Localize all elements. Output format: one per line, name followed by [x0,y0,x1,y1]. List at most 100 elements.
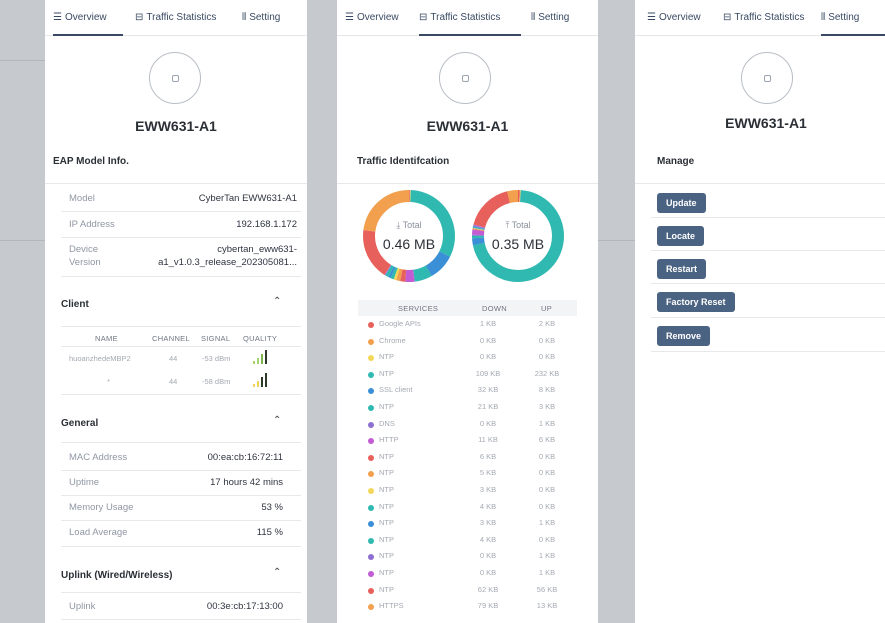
service-color-dot [368,504,374,511]
service-up: 0 KB [538,352,556,362]
uptime-label: Uptime [69,477,100,488]
service-color-dot [368,405,374,411]
client-signal: -58 dBm [202,377,231,386]
signal-quality-icon [253,373,269,387]
service-down: 3 KB [479,518,497,528]
tab-traffic-statistics[interactable]: ⊟ Traffic Statistics [135,0,216,36]
background-strip [307,0,337,623]
service-name: HTTP [379,435,399,445]
service-name: NTP [379,402,394,411]
service-color-dot [368,454,374,461]
sliders-icon: ⫴ [531,12,536,23]
update-button[interactable]: Update [657,193,706,213]
device-avatar [741,52,793,104]
tab-traffic-label: Traffic Statistics [430,12,501,23]
divider [61,211,301,212]
services-header-name: SERVICES [398,304,439,313]
tab-traffic-statistics[interactable]: ⊟ Traffic Statistics [419,0,521,36]
memory-value: 53 % [261,502,283,513]
chevron-up-icon[interactable]: ⌃ [273,567,281,578]
service-up: 56 KB [536,584,558,594]
service-color-dot [368,322,374,328]
general-section-title: General [61,418,99,429]
locate-button[interactable]: Locate [657,226,705,246]
restart-button[interactable]: Restart [657,259,707,279]
tab-setting[interactable]: ⫴ Setting [821,0,885,36]
tab-setting[interactable]: ⫴ Setting [531,0,569,36]
service-up: 3 KB [538,402,556,411]
device-name: EWW631-A1 [135,118,217,134]
divider [61,520,301,521]
service-down: 4 KB [479,534,497,544]
service-color-dot [368,388,374,395]
load-value: 115 % [256,527,283,538]
service-row: NTP 109 KB 232 KB [358,368,577,382]
signal-quality-icon [253,350,269,364]
tab-setting-label: Setting [249,12,281,23]
service-up: 1 KB [538,551,556,561]
chevron-up-icon[interactable]: ⌃ [273,296,281,307]
factory-reset-button[interactable]: Factory Reset [657,292,735,312]
tab-bar: ☰ Overview ⊟ Traffic Statistics ⫴ Setting [45,0,307,36]
tab-traffic-statistics[interactable]: ⊟ Traffic Statistics [723,0,804,36]
device-icon [764,75,771,82]
list-icon: ☰ [345,12,354,23]
service-down: 6 KB [479,451,497,461]
divider [61,394,301,395]
tab-overview[interactable]: ☰ Overview [647,0,701,36]
service-color-dot [368,438,374,445]
device-avatar [439,52,491,104]
service-down: 62 KB [477,584,499,594]
client-header-name: NAME [95,334,118,343]
client-header-quality: QUALITY [243,334,278,343]
service-name: NTP [379,451,394,461]
tab-overview[interactable]: ☰ Overview [53,0,123,36]
chevron-up-icon[interactable]: ⌃ [273,415,281,426]
mac-label: MAC Address [69,452,128,463]
service-up: 232 KB [534,368,560,378]
service-down: 109 KB [475,368,501,378]
service-up: 6 KB [538,435,556,445]
service-name: NTP [379,352,394,362]
model-label: Model [69,193,95,204]
client-header-channel: CHANNEL [152,334,190,343]
client-channel: 44 [169,377,178,386]
service-color-dot [368,338,374,345]
service-down: 0 KB [479,418,497,428]
service-row: Google APIs 1 KB 2 KB [358,318,577,332]
database-icon: ⊟ [419,12,428,23]
service-up: 1 KB [538,418,556,428]
client-name: huoanzhedeMBP2 [69,354,131,363]
client-channel: 44 [169,354,178,363]
service-name: Google APIs [379,319,421,328]
remove-button[interactable]: Remove [657,326,711,346]
upload-total-value: 0.35 MB [491,236,545,252]
service-down: 11 KB [478,435,498,445]
tab-setting[interactable]: ⫴ Setting [242,0,280,36]
device-icon [172,75,179,82]
download-total-value: 0.46 MB [382,236,436,252]
service-row: NTP 21 KB 3 KB [358,401,577,415]
service-color-dot [368,521,374,528]
service-row: DNS 0 KB 1 KB [358,418,577,432]
device-version-label: Version [69,257,101,268]
service-down: 21 KB [477,402,499,411]
service-down: 5 KB [479,468,497,478]
tab-overview[interactable]: ☰ Overview [345,0,399,36]
service-row: NTP 4 KB 0 KB [358,501,577,515]
service-down: 79 KB [477,601,499,611]
service-up: 0 KB [538,468,556,478]
upload-total-label: ⤒ Total [470,220,566,231]
sliders-icon: ⫴ [821,12,826,23]
client-signal: -53 dBm [202,354,231,363]
service-down: 1 KB [479,319,497,328]
service-row: NTP 3 KB 1 KB [358,517,577,531]
client-section-title: Client [61,299,89,310]
service-down: 0 KB [479,335,497,345]
service-up: 13 KB [536,601,558,611]
services-table: SERVICES DOWN UP Google APIs 1 KB 2 KB Chro… [358,300,577,623]
tab-traffic-label: Traffic Statistics [146,12,217,23]
divider [635,183,885,184]
service-row: NTP 3 KB 0 KB [358,484,577,498]
divider [61,237,301,238]
